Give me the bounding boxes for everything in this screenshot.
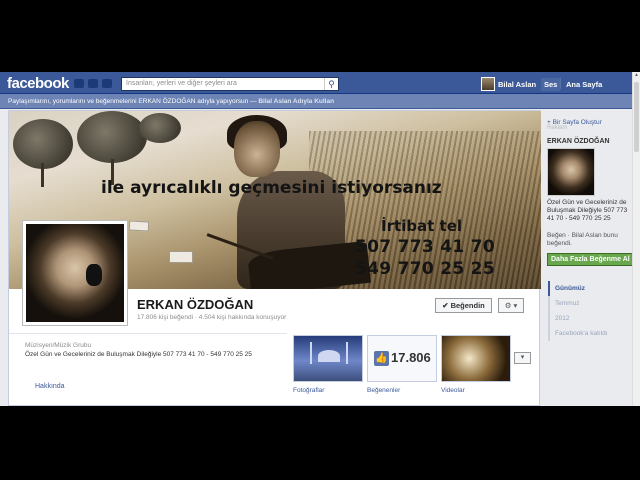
acting-as-page-notice: Paylaşımlarını, yorumlarını ve beğenmele… <box>0 94 640 109</box>
profile-picture[interactable] <box>22 220 128 326</box>
messages-icon[interactable] <box>88 79 98 88</box>
musician-face <box>234 121 280 177</box>
photos-app-label[interactable]: Fotoğraflar <box>293 387 324 394</box>
search-icon[interactable]: ⚲ <box>324 78 338 90</box>
profile-photo <box>26 224 124 322</box>
timeline-item-july[interactable]: Temmuz <box>550 296 613 311</box>
apps-expand-button[interactable]: ▾ <box>514 352 531 364</box>
friend-requests-icon[interactable] <box>74 79 84 88</box>
cover-phone-2: 549 770 25 25 <box>355 259 495 279</box>
cover-phone-1: 507 773 41 70 <box>355 237 495 257</box>
thumbs-up-icon: 👍 <box>374 351 389 366</box>
photos-app-thumbnail[interactable] <box>293 335 363 382</box>
facebook-logo[interactable]: facebook <box>7 75 69 92</box>
page-stats: 17.806 kişi beğendi · 4.504 kişi hakkınd… <box>137 314 287 321</box>
page-category: Müzisyen/Müzik Grubu <box>25 342 92 349</box>
right-column: + Bir Sayfa Oluştur Reklam ERKAN ÖZDOĞAN… <box>542 110 633 406</box>
notifications-icon[interactable] <box>102 79 112 88</box>
likes-app-thumbnail[interactable]: 👍 17.806 <box>367 335 437 382</box>
user-avatar[interactable] <box>481 77 495 91</box>
mosque-minaret <box>310 342 312 364</box>
page-timeline: ile ayrıcalıklı geçmesini istiyorsanız İ… <box>8 110 541 406</box>
notice-text: Paylaşımlarını, yorumlarını ve beğenmele… <box>8 98 259 105</box>
page-description: Özel Gün ve Geceleriniz de Buluşmak Dile… <box>25 351 252 358</box>
liked-button[interactable]: ✔ Beğendin <box>435 298 492 313</box>
ad-page-description: Özel Gün ve Geceleriniz de Buluşmak Dile… <box>547 199 628 222</box>
get-more-likes-button[interactable]: Daha Fazla Beğenme Al <box>547 253 633 266</box>
tree-graphic <box>77 111 147 163</box>
timeline-item-2012[interactable]: 2012 <box>550 311 613 326</box>
grave-stone <box>169 251 193 263</box>
search-input[interactable]: İnsanları, yerleri ve diğer şeyleri ara … <box>121 77 339 91</box>
tree-graphic <box>139 113 181 143</box>
likes-app-label[interactable]: Beğenenler <box>367 387 400 394</box>
cover-contact-label: İrtibat tel <box>381 217 463 235</box>
tree-graphic <box>13 119 73 169</box>
timeline-nav: Günümüz Temmuz 2012 Facebook'a katıldı <box>548 281 613 341</box>
mosque-dome <box>318 350 340 362</box>
browser-viewport: facebook İnsanları, yerleri ve diğer şey… <box>0 72 640 406</box>
cover-slogan: ile ayrıcalıklı geçmesini istiyorsanız <box>101 178 442 198</box>
ad-heading: Reklam <box>547 125 568 131</box>
scroll-up-icon[interactable]: ▲ <box>633 72 640 80</box>
timeline-item-joined[interactable]: Facebook'a katıldı <box>550 326 613 341</box>
search-placeholder: İnsanları, yerleri ve diğer şeyleri ara <box>126 80 237 87</box>
scroll-thumb[interactable] <box>634 82 639 152</box>
divider <box>560 78 561 89</box>
videos-app-thumbnail[interactable] <box>441 335 511 382</box>
grave-stone <box>128 220 150 232</box>
likes-count: 17.806 <box>391 350 431 365</box>
page-scrollbar[interactable]: ▲ <box>632 72 640 406</box>
mosque-minaret <box>346 342 348 364</box>
home-link[interactable]: Ana Sayfa <box>566 80 602 89</box>
ad-like-line: Beğen · Bilal Aslan bunu beğendi. <box>547 232 631 248</box>
switch-to-user-link[interactable]: Bilal Aslan Adıyla Kullan <box>258 98 334 105</box>
voice-link[interactable]: Ses <box>541 78 561 91</box>
page-title[interactable]: ERKAN ÖZDOĞAN <box>137 297 253 312</box>
ad-page-picture[interactable] <box>547 148 595 196</box>
top-bar: facebook İnsanları, yerleri ve diğer şey… <box>0 72 640 94</box>
about-link[interactable]: Hakkında <box>35 383 65 390</box>
headphone-graphic <box>86 264 102 286</box>
videos-app-label[interactable]: Videolar <box>441 387 465 394</box>
ad-page-name[interactable]: ERKAN ÖZDOĞAN <box>547 138 610 145</box>
profile-link[interactable]: Bilal Aslan <box>498 80 536 89</box>
page-info-box: Müzisyen/Müzik Grubu Özel Gün ve Geceler… <box>9 333 287 381</box>
timeline-item-now[interactable]: Günümüz <box>548 281 613 296</box>
tree-trunk <box>41 163 44 187</box>
ad-like-text[interactable]: Beğen · Bilal Aslan bunu beğendi. <box>547 232 618 247</box>
settings-dropdown-button[interactable]: ⚙ ▾ <box>498 298 524 313</box>
